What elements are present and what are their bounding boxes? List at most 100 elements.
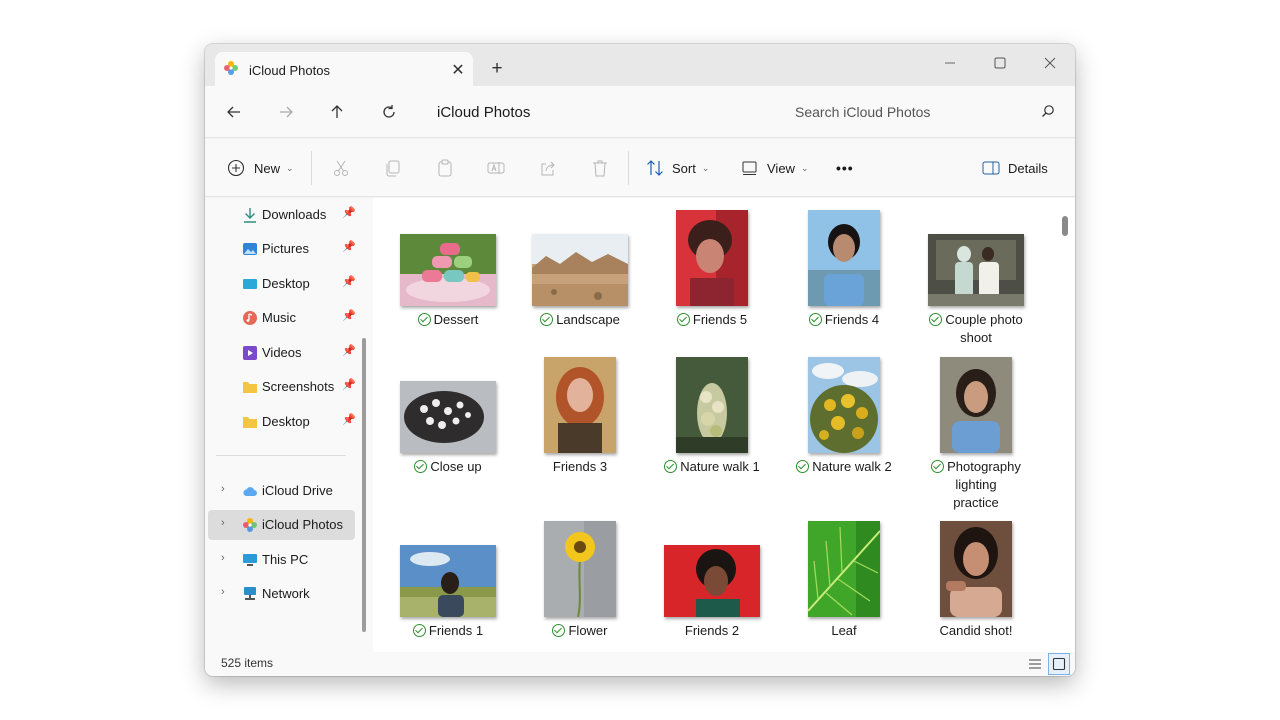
command-bar: New ⌄ Sort ⌄ View ⌄ ••• Details: [205, 139, 1075, 197]
up-button[interactable]: [324, 99, 350, 125]
sidebar-item-network[interactable]: › Network: [208, 579, 355, 609]
photo-thumbnail: [928, 234, 1024, 306]
sidebar-scrollbar-thumb[interactable]: [362, 338, 366, 632]
network-icon: [244, 587, 256, 600]
desktop-icon: [243, 279, 257, 289]
delete-button[interactable]: [591, 153, 609, 183]
file-item-couple-photo-shoot[interactable]: Couple photo shoot: [910, 210, 1042, 347]
file-item-nature-walk-1[interactable]: Nature walk 1: [646, 357, 778, 476]
photo-thumbnail: [400, 234, 496, 306]
sidebar-item-desktop[interactable]: Desktop 📌: [208, 269, 356, 299]
paste-button[interactable]: [436, 153, 454, 183]
photo-thumbnail: [676, 357, 748, 453]
file-name: Close up: [430, 459, 482, 474]
file-item-nature-walk-2[interactable]: Nature walk 2: [778, 357, 910, 476]
thumbnail-view-button[interactable]: [1048, 653, 1070, 675]
new-tab-button[interactable]: +: [485, 57, 509, 81]
refresh-button[interactable]: [376, 99, 402, 125]
forward-button[interactable]: [273, 99, 299, 125]
search-input[interactable]: Search iCloud Photos: [781, 94, 1067, 130]
details-view-button[interactable]: [1024, 653, 1046, 675]
file-name: Landscape: [556, 312, 620, 327]
sidebar-item-pictures[interactable]: Pictures 📌: [208, 234, 356, 264]
cut-button[interactable]: [332, 153, 350, 183]
sort-button[interactable]: Sort ⌄: [646, 153, 709, 183]
close-window-button[interactable]: [1025, 48, 1075, 78]
videos-icon: [243, 346, 257, 360]
chevron-down-icon: ⌄: [701, 162, 710, 173]
new-label: New: [254, 160, 281, 176]
paste-icon: [438, 159, 452, 177]
tab-close-icon[interactable]: ✕: [443, 60, 473, 80]
address-text: iCloud Photos: [437, 103, 531, 121]
file-name: Friends 4: [824, 312, 880, 327]
file-item-leaf[interactable]: Leaf: [778, 521, 910, 640]
file-name: Friends 2: [684, 623, 740, 638]
file-item-candid-shot[interactable]: Candid shot!: [910, 521, 1042, 640]
maximize-button[interactable]: [975, 48, 1025, 78]
chevron-right-icon[interactable]: ›: [221, 552, 225, 564]
file-name: Nature walk 2: [812, 459, 892, 474]
tab-icloud-photos[interactable]: iCloud Photos ✕: [215, 52, 473, 88]
back-arrow-icon: [227, 106, 240, 118]
sidebar-item-icloud-photos[interactable]: › iCloud Photos: [208, 510, 355, 540]
photo-thumbnail: [940, 521, 1012, 617]
file-name: Friends 1: [428, 623, 484, 638]
photo-thumbnail: [664, 545, 760, 617]
file-grid: Dessert Landscape Friends 5 Friends 4 Co…: [373, 198, 1075, 652]
chevron-right-icon[interactable]: ›: [221, 586, 225, 598]
minimize-button[interactable]: [925, 48, 975, 78]
search-placeholder: Search iCloud Photos: [795, 104, 931, 120]
photo-thumbnail: [400, 545, 496, 617]
list-view-icon: [1029, 659, 1041, 669]
copy-button[interactable]: [384, 153, 402, 183]
file-name: Leaf: [831, 623, 857, 638]
view-button[interactable]: View ⌄: [741, 153, 809, 183]
sync-status-icon: [664, 460, 678, 473]
file-name: Friends 5: [692, 312, 748, 327]
file-item-close-up[interactable]: Close up: [382, 357, 514, 476]
refresh-icon: [383, 105, 395, 118]
details-label: Details: [1008, 160, 1048, 176]
content-scrollbar-thumb[interactable]: [1062, 216, 1068, 236]
file-name: Friends 3: [552, 459, 608, 474]
sidebar-item-this-pc[interactable]: › This PC: [208, 545, 355, 575]
pin-icon: 📌: [342, 207, 356, 219]
sidebar-item-music[interactable]: Music 📌: [208, 303, 356, 333]
file-item-photography-lighting-practice[interactable]: Photography lighting practice: [910, 357, 1042, 512]
sidebar-item-screenshots[interactable]: Screenshots 📌: [208, 372, 356, 402]
file-item-friends-4[interactable]: Friends 4: [778, 210, 910, 329]
music-icon: [243, 311, 257, 325]
folder-icon: [243, 382, 257, 393]
rename-button[interactable]: [487, 153, 505, 183]
file-item-friends-5[interactable]: Friends 5: [646, 210, 778, 329]
sidebar-item-icloud-drive[interactable]: › iCloud Drive: [208, 476, 355, 506]
file-item-landscape[interactable]: Landscape: [514, 210, 646, 329]
up-arrow-icon: [331, 105, 343, 118]
file-item-friends-1[interactable]: Friends 1: [382, 521, 514, 640]
sidebar-item-videos[interactable]: Videos 📌: [208, 338, 356, 368]
file-name: Dessert: [433, 312, 479, 327]
file-item-friends-2[interactable]: Friends 2: [646, 521, 778, 640]
details-button[interactable]: Details: [982, 153, 1048, 183]
address-bar[interactable]: iCloud Photos: [427, 94, 777, 130]
file-item-flower[interactable]: Flower: [514, 521, 646, 640]
new-button[interactable]: New ⌄: [227, 153, 294, 183]
file-item-friends-3[interactable]: Friends 3: [514, 357, 646, 476]
more-options-button[interactable]: •••: [836, 153, 854, 183]
file-name-continued: lighting: [955, 477, 997, 492]
new-plus-icon: [227, 159, 245, 177]
back-button[interactable]: [221, 99, 247, 125]
share-button[interactable]: [539, 153, 557, 183]
photo-thumbnail: [544, 521, 616, 617]
navigation-pane: Downloads 📌 Pictures 📌 Desktop 📌 Music 📌…: [205, 198, 373, 652]
file-item-dessert[interactable]: Dessert: [382, 210, 514, 329]
sidebar-item-downloads[interactable]: Downloads 📌: [208, 200, 356, 230]
sidebar-item-desktop-folder[interactable]: Desktop 📌: [208, 407, 356, 437]
icloud-drive-icon: [243, 487, 257, 496]
toolbar-divider: [628, 151, 629, 185]
share-icon: [541, 161, 555, 176]
chevron-right-icon[interactable]: ›: [221, 483, 225, 495]
photo-thumbnail: [808, 521, 880, 617]
chevron-right-icon[interactable]: ›: [221, 517, 225, 529]
